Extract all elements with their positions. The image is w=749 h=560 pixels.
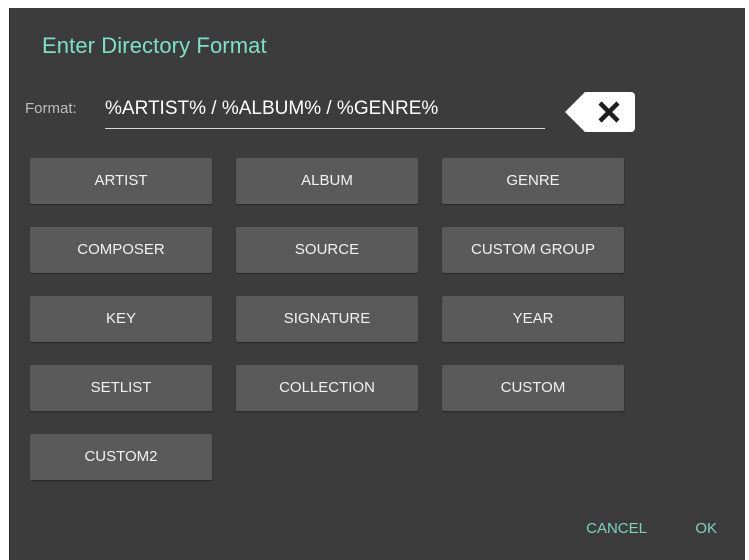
token-genre-button[interactable]: GENRE xyxy=(442,158,624,204)
token-setlist-button[interactable]: SETLIST xyxy=(30,365,212,411)
token-composer-button[interactable]: COMPOSER xyxy=(30,227,212,273)
directory-format-dialog: Enter Directory Format Format: ARTIST AL… xyxy=(9,8,745,560)
cancel-button[interactable]: CANCEL xyxy=(586,520,647,537)
token-key-button[interactable]: KEY xyxy=(30,296,212,342)
token-collection-button[interactable]: COLLECTION xyxy=(236,365,418,411)
token-artist-button[interactable]: ARTIST xyxy=(30,158,212,204)
token-source-button[interactable]: SOURCE xyxy=(236,227,418,273)
format-row: Format: xyxy=(25,86,725,136)
format-label: Format: xyxy=(25,100,77,117)
token-year-button[interactable]: YEAR xyxy=(442,296,624,342)
token-custom2-button[interactable]: CUSTOM2 xyxy=(30,434,212,480)
dialog-title: Enter Directory Format xyxy=(42,33,267,58)
token-custom-button[interactable]: CUSTOM xyxy=(442,365,624,411)
token-signature-button[interactable]: SIGNATURE xyxy=(236,296,418,342)
token-album-button[interactable]: ALBUM xyxy=(236,158,418,204)
ok-button[interactable]: OK xyxy=(695,520,717,537)
token-custom-group-button[interactable]: CUSTOM GROUP xyxy=(442,227,624,273)
clear-format-button[interactable] xyxy=(565,92,637,132)
backspace-clear-icon xyxy=(565,92,635,132)
format-input[interactable] xyxy=(105,90,545,129)
